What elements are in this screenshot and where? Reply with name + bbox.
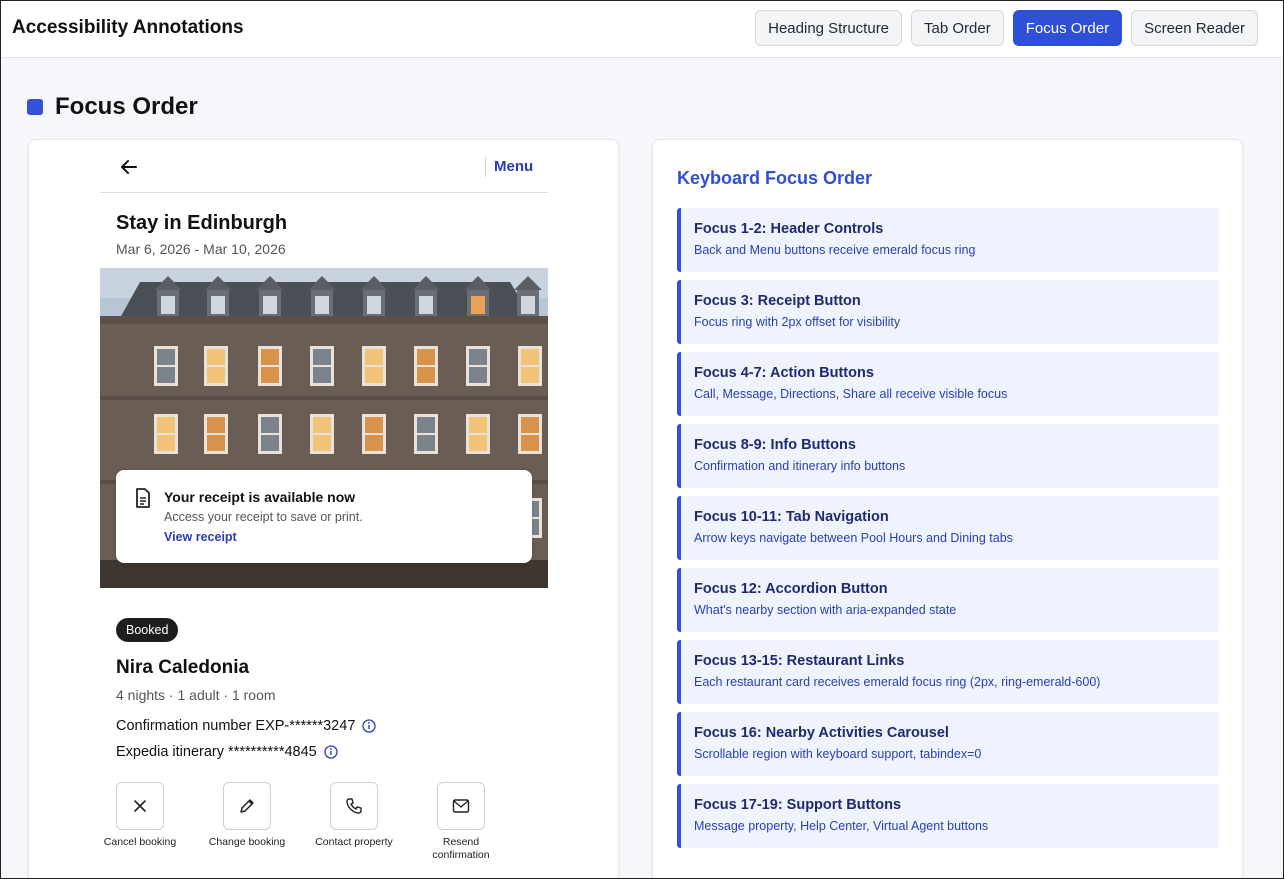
tab-screen-reader[interactable]: Screen Reader [1131, 10, 1258, 46]
resend-confirmation-button[interactable] [437, 782, 485, 830]
focus-item: Focus 16: Nearby Activities Carousel Scr… [677, 712, 1219, 776]
cancel-booking-button[interactable] [116, 782, 164, 830]
section-title: Focus Order [55, 93, 198, 120]
confirmation-text: Confirmation number EXP-******3247 [116, 718, 356, 734]
info-icon[interactable] [324, 745, 338, 759]
focus-order-list: Focus 1-2: Header Controls Back and Menu… [677, 208, 1219, 856]
focus-item: Focus 3: Receipt Button Focus ring with … [677, 280, 1219, 344]
tab-tab-order[interactable]: Tab Order [911, 10, 1004, 46]
contact-property-button[interactable] [330, 782, 378, 830]
focus-item-desc: What's nearby section with aria-expanded… [694, 603, 957, 617]
keyboard-focus-title: Keyboard Focus Order [677, 168, 873, 188]
view-receipt-link[interactable]: View receipt [164, 530, 237, 544]
menu-divider [485, 157, 486, 177]
focus-item-desc: Each restaurant card receives emerald fo… [694, 675, 1101, 689]
focus-item-title: Focus 16: Nearby Activities Carousel [694, 725, 949, 741]
focus-item-title: Focus 10-11: Tab Navigation [694, 509, 889, 525]
section-header: Focus Order [27, 93, 198, 121]
focus-item: Focus 8-9: Info Buttons Confirmation and… [677, 424, 1219, 488]
focus-item-title: Focus 3: Receipt Button [694, 293, 861, 309]
focus-item: Focus 12: Accordion Button What's nearby… [677, 568, 1219, 632]
contact-property-label: Contact property [315, 836, 393, 848]
status-badge: Booked [116, 618, 179, 642]
focus-order-panel: Keyboard Focus Order Focus 1-2: Header C… [652, 139, 1243, 878]
contact-property-action: Contact property [309, 782, 399, 849]
section-marker-icon [27, 99, 43, 115]
cancel-booking-action: Cancel booking [95, 782, 185, 849]
confirmation-number: Confirmation number EXP-******3247 [116, 718, 377, 734]
mail-icon [452, 799, 470, 813]
focus-item-title: Focus 13-15: Restaurant Links [694, 653, 905, 669]
focus-item: Focus 10-11: Tab Navigation Arrow keys n… [677, 496, 1219, 560]
app-frame: Accessibility Annotations Heading Struct… [0, 0, 1284, 879]
resend-confirmation-label: Resend confirmation [432, 836, 490, 861]
menu-button[interactable]: Menu [494, 158, 533, 175]
stay-dates: Mar 6, 2026 - Mar 10, 2026 [116, 241, 286, 257]
focus-item-desc: Focus ring with 2px offset for visibilit… [694, 315, 901, 329]
focus-item-title: Focus 12: Accordion Button [694, 581, 888, 597]
phone-icon [346, 798, 362, 814]
focus-item-title: Focus 1-2: Header Controls [694, 221, 884, 237]
focus-item-title: Focus 8-9: Info Buttons [694, 437, 856, 453]
mock-header: Menu [100, 140, 548, 193]
stay-title: Stay in Edinburgh [116, 212, 288, 234]
focus-item: Focus 13-15: Restaurant Links Each resta… [677, 640, 1219, 704]
change-booking-label: Change booking [208, 836, 286, 848]
document-icon [134, 488, 152, 508]
tab-heading-structure[interactable]: Heading Structure [755, 10, 903, 46]
focus-item-title: Focus 4-7: Action Buttons [694, 365, 874, 381]
focus-item-desc: Call, Message, Directions, Share all rec… [694, 387, 1008, 401]
receipt-subtitle: Access your receipt to save or print. [164, 510, 363, 524]
focus-item-desc: Message property, Help Center, Virtual A… [694, 819, 989, 833]
itinerary-number: Expedia itinerary **********4845 [116, 744, 338, 760]
pencil-icon [240, 799, 254, 813]
change-booking-action: Change booking [202, 782, 292, 849]
view-tabs: Heading Structure Tab Order Focus Order … [755, 10, 1258, 46]
tab-focus-order[interactable]: Focus Order [1012, 10, 1123, 46]
mockup-card: Menu Stay in Edinburgh Mar 6, 2026 - Mar… [28, 139, 619, 878]
receipt-card: Your receipt is available now Access you… [116, 470, 532, 563]
change-booking-button[interactable] [223, 782, 271, 830]
focus-item-desc: Back and Menu buttons receive emerald fo… [694, 243, 976, 257]
info-icon[interactable] [362, 719, 377, 733]
focus-item: Focus 1-2: Header Controls Back and Menu… [677, 208, 1219, 272]
back-arrow-icon[interactable] [118, 156, 140, 178]
resend-confirmation-action: Resend confirmation [416, 782, 506, 862]
receipt-title: Your receipt is available now [164, 489, 356, 505]
cancel-booking-label: Cancel booking [103, 836, 177, 848]
itinerary-text: Expedia itinerary **********4845 [116, 744, 317, 760]
app-title: Accessibility Annotations [12, 17, 244, 38]
focus-item-desc: Scrollable region with keyboard support,… [694, 747, 982, 761]
focus-item: Focus 17-19: Support Buttons Message pro… [677, 784, 1219, 848]
hotel-meta: 4 nights · 1 adult · 1 room [116, 687, 276, 703]
focus-item: Focus 4-7: Action Buttons Call, Message,… [677, 352, 1219, 416]
focus-item-desc: Arrow keys navigate between Pool Hours a… [694, 531, 1013, 545]
top-bar: Accessibility Annotations Heading Struct… [1, 1, 1283, 58]
close-icon [134, 800, 146, 812]
hotel-name: Nira Caledonia [116, 657, 250, 678]
focus-item-desc: Confirmation and itinerary info buttons [694, 459, 906, 473]
focus-item-title: Focus 17-19: Support Buttons [694, 797, 902, 813]
